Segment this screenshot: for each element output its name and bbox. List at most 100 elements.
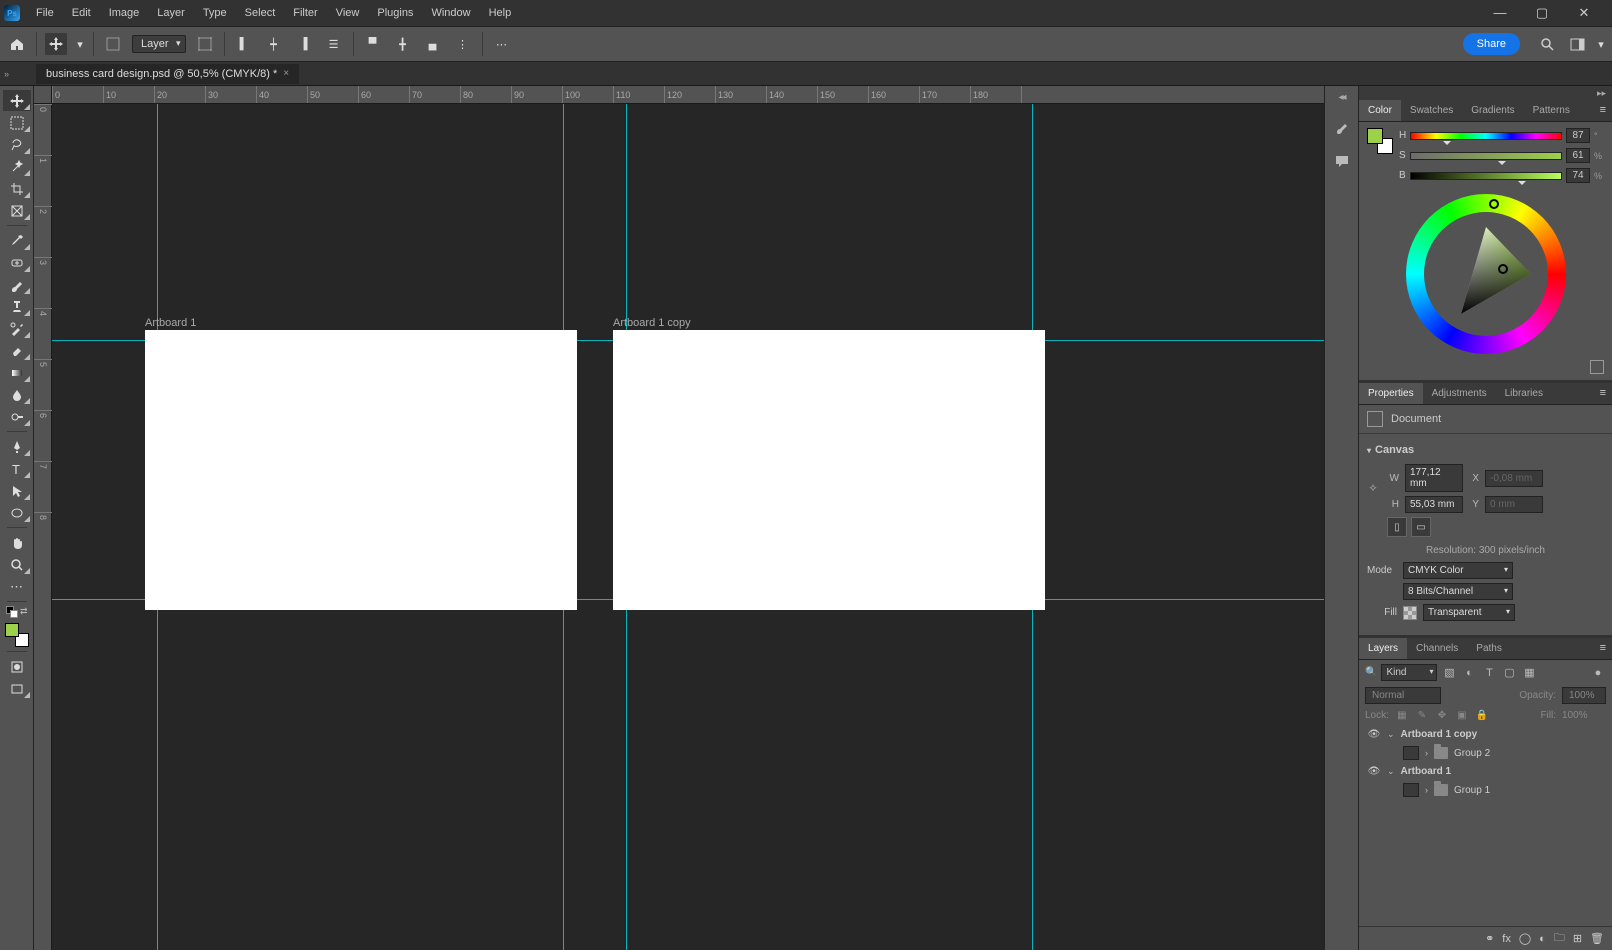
- hue-slider[interactable]: [1410, 132, 1562, 140]
- align-center-v-icon[interactable]: ╋: [392, 33, 414, 55]
- menu-image[interactable]: Image: [101, 3, 148, 23]
- menu-help[interactable]: Help: [481, 3, 520, 23]
- layer-artboard-row[interactable]: 👁 ⌄ Artboard 1 copy: [1365, 726, 1606, 743]
- tab-color[interactable]: Color: [1359, 100, 1401, 121]
- hue-ring-marker[interactable]: [1489, 199, 1499, 209]
- brightness-input[interactable]: 74: [1566, 168, 1590, 183]
- history-brush-tool[interactable]: [3, 318, 31, 339]
- tab-gradients[interactable]: Gradients: [1462, 100, 1523, 121]
- x-input[interactable]: -0,08 mm: [1485, 470, 1543, 487]
- close-button[interactable]: ✕: [1572, 5, 1596, 21]
- width-input[interactable]: 177,12 mm: [1405, 464, 1463, 492]
- menu-type[interactable]: Type: [195, 3, 235, 23]
- expand-layer-icon[interactable]: ⌄: [1387, 766, 1395, 777]
- expand-dock-icon[interactable]: ◂◂: [1338, 92, 1344, 103]
- orientation-portrait-button[interactable]: ▯: [1387, 517, 1407, 537]
- link-layers-icon[interactable]: ⚭: [1485, 932, 1494, 945]
- color-wheel[interactable]: [1406, 194, 1566, 354]
- lock-artboard-icon[interactable]: ▣: [1455, 708, 1469, 722]
- maximize-button[interactable]: ▢: [1530, 5, 1554, 21]
- default-colors-icon[interactable]: ⇄: [6, 606, 28, 616]
- canvas-section-toggle[interactable]: Canvas: [1367, 440, 1604, 460]
- filter-toggle-icon[interactable]: ●: [1590, 665, 1606, 681]
- align-right-icon[interactable]: ▐: [293, 33, 315, 55]
- visibility-toggle-icon[interactable]: 👁: [1367, 766, 1381, 777]
- search-icon[interactable]: [1536, 33, 1558, 55]
- artboard-1[interactable]: [145, 330, 577, 610]
- canvas-viewport[interactable]: Artboard 1 Artboard 1 copy: [52, 104, 1324, 950]
- lock-pixels-icon[interactable]: ✎: [1415, 708, 1429, 722]
- quick-mask-icon[interactable]: [3, 656, 31, 677]
- properties-panel-menu-icon[interactable]: ≡: [1594, 383, 1612, 404]
- collapse-panels-icon[interactable]: ▸▸: [1597, 88, 1606, 99]
- filter-shape-icon[interactable]: ▢: [1501, 665, 1517, 681]
- brightness-slider[interactable]: [1410, 172, 1562, 180]
- blur-tool[interactable]: [3, 384, 31, 405]
- dodge-tool[interactable]: [3, 406, 31, 427]
- search-layers-icon[interactable]: 🔍: [1365, 667, 1377, 678]
- tab-swatches[interactable]: Swatches: [1401, 100, 1462, 121]
- new-fill-layer-icon[interactable]: ◐: [1539, 933, 1546, 945]
- fill-swatch-icon[interactable]: [1403, 606, 1417, 620]
- move-tool[interactable]: [3, 90, 31, 111]
- color-mode-dropdown[interactable]: CMYK Color: [1403, 562, 1513, 579]
- canvas-area[interactable]: 0102030405060708090100110120130140150160…: [34, 86, 1324, 950]
- ruler-vertical[interactable]: 012345678: [34, 104, 52, 950]
- align-center-h-icon[interactable]: ┿: [263, 33, 285, 55]
- orientation-landscape-button[interactable]: ▭: [1411, 517, 1431, 537]
- color-preview-swatches[interactable]: [1367, 128, 1393, 154]
- new-layer-icon[interactable]: ⊞: [1573, 932, 1582, 945]
- menu-file[interactable]: File: [28, 3, 62, 23]
- saturation-slider[interactable]: [1410, 152, 1562, 160]
- opacity-input[interactable]: 100%: [1562, 687, 1606, 704]
- move-tool-dropdown-icon[interactable]: ▾: [75, 33, 85, 55]
- hue-input[interactable]: 87: [1566, 128, 1590, 143]
- auto-select-target-dropdown[interactable]: Layer: [132, 35, 186, 53]
- delete-layer-icon[interactable]: 🗑: [1590, 932, 1604, 945]
- ruler-horizontal[interactable]: 0102030405060708090100110120130140150160…: [52, 86, 1324, 104]
- share-button[interactable]: Share: [1463, 33, 1520, 55]
- layer-style-icon[interactable]: fx: [1502, 933, 1511, 945]
- path-selection-tool[interactable]: [3, 480, 31, 501]
- more-options-icon[interactable]: ⋯: [491, 33, 513, 55]
- document-tab[interactable]: business card design.psd @ 50,5% (CMYK/8…: [36, 64, 299, 84]
- artboard-label[interactable]: Artboard 1: [145, 317, 196, 329]
- menu-layer[interactable]: Layer: [149, 3, 193, 23]
- layer-filter-kind-dropdown[interactable]: Kind: [1381, 664, 1437, 681]
- filter-pixel-icon[interactable]: ▧: [1441, 665, 1457, 681]
- layer-group-row[interactable]: › Group 1: [1365, 780, 1606, 800]
- workspace-dropdown-icon[interactable]: ▾: [1596, 33, 1606, 55]
- tab-layers[interactable]: Layers: [1359, 638, 1407, 659]
- layer-mask-icon[interactable]: ◯: [1519, 932, 1531, 945]
- lock-transparency-icon[interactable]: ▦: [1395, 708, 1409, 722]
- zoom-tool[interactable]: [3, 554, 31, 575]
- lock-position-icon[interactable]: ✥: [1435, 708, 1449, 722]
- expand-layer-icon[interactable]: ›: [1425, 748, 1428, 758]
- shape-tool[interactable]: [3, 502, 31, 523]
- tab-adjustments[interactable]: Adjustments: [1423, 383, 1496, 404]
- tab-properties[interactable]: Properties: [1359, 383, 1423, 404]
- height-input[interactable]: 55,03 mm: [1405, 496, 1463, 513]
- tab-libraries[interactable]: Libraries: [1496, 383, 1552, 404]
- artboard-1-copy[interactable]: [613, 330, 1045, 610]
- menu-select[interactable]: Select: [237, 3, 284, 23]
- brushes-panel-icon[interactable]: [1332, 117, 1352, 137]
- toolbar-expand-icon[interactable]: »: [4, 69, 9, 79]
- triangle-marker[interactable]: [1498, 264, 1508, 274]
- link-dimensions-icon[interactable]: ⟡: [1367, 482, 1379, 495]
- home-button[interactable]: [6, 33, 28, 55]
- lasso-tool[interactable]: [3, 134, 31, 155]
- gradient-tool[interactable]: [3, 362, 31, 383]
- artboard-label[interactable]: Artboard 1 copy: [613, 317, 691, 329]
- move-tool-icon[interactable]: [45, 33, 67, 55]
- brush-tool[interactable]: [3, 274, 31, 295]
- menu-window[interactable]: Window: [423, 3, 478, 23]
- distribute-icon[interactable]: ⋮: [452, 33, 474, 55]
- type-tool[interactable]: T: [3, 458, 31, 479]
- color-panel-menu-icon[interactable]: ≡: [1594, 100, 1612, 121]
- edit-toolbar-icon[interactable]: ⋯: [3, 576, 31, 597]
- comment-panel-icon[interactable]: [1332, 151, 1352, 171]
- align-top-icon[interactable]: ▀: [362, 33, 384, 55]
- layer-artboard-row[interactable]: 👁 ⌄ Artboard 1: [1365, 763, 1606, 780]
- crop-tool[interactable]: [3, 178, 31, 199]
